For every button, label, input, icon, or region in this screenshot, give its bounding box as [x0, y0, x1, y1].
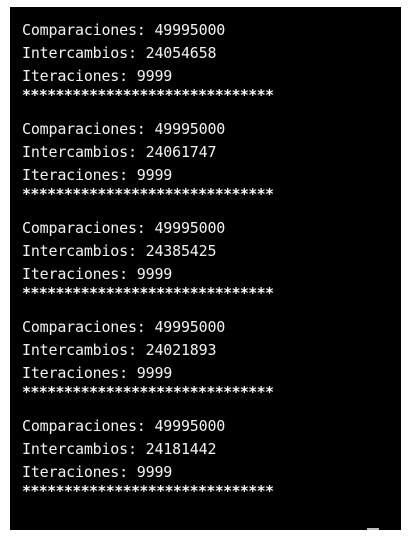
- run-block-5: Comparaciones: 49995000 Intercambios: 24…: [22, 415, 392, 500]
- run-block-1: Comparaciones: 49995000 Intercambios: 24…: [22, 19, 392, 104]
- iteraciones-line: Iteraciones: 9999: [22, 265, 173, 283]
- intercambios-line: Intercambios: 24385425: [22, 242, 217, 260]
- iteraciones-line: Iteraciones: 9999: [22, 463, 173, 481]
- comparaciones-line: Comparaciones: 49995000: [22, 120, 226, 138]
- separator-line: ******************************: [22, 383, 274, 401]
- scroll-indicator: [367, 528, 379, 530]
- intercambios-line: Intercambios: 24021893: [22, 341, 217, 359]
- iteraciones-line: Iteraciones: 9999: [22, 67, 173, 85]
- separator-line: ******************************: [22, 284, 274, 302]
- terminal-output: Comparaciones: 49995000 Intercambios: 24…: [22, 19, 392, 514]
- run-block-2: Comparaciones: 49995000 Intercambios: 24…: [22, 118, 392, 203]
- comparaciones-line: Comparaciones: 49995000: [22, 318, 226, 336]
- iteraciones-line: Iteraciones: 9999: [22, 166, 173, 184]
- run-block-4: Comparaciones: 49995000 Intercambios: 24…: [22, 316, 392, 401]
- iteraciones-line: Iteraciones: 9999: [22, 364, 173, 382]
- comparaciones-line: Comparaciones: 49995000: [22, 417, 226, 435]
- intercambios-line: Intercambios: 24181442: [22, 440, 217, 458]
- separator-line: ******************************: [22, 482, 274, 500]
- comparaciones-line: Comparaciones: 49995000: [22, 219, 226, 237]
- terminal-window: Comparaciones: 49995000 Intercambios: 24…: [10, 7, 401, 530]
- intercambios-line: Intercambios: 24054658: [22, 44, 217, 62]
- separator-line: ******************************: [22, 185, 274, 203]
- comparaciones-line: Comparaciones: 49995000: [22, 21, 226, 39]
- intercambios-line: Intercambios: 24061747: [22, 143, 217, 161]
- run-block-3: Comparaciones: 49995000 Intercambios: 24…: [22, 217, 392, 302]
- separator-line: ******************************: [22, 86, 274, 104]
